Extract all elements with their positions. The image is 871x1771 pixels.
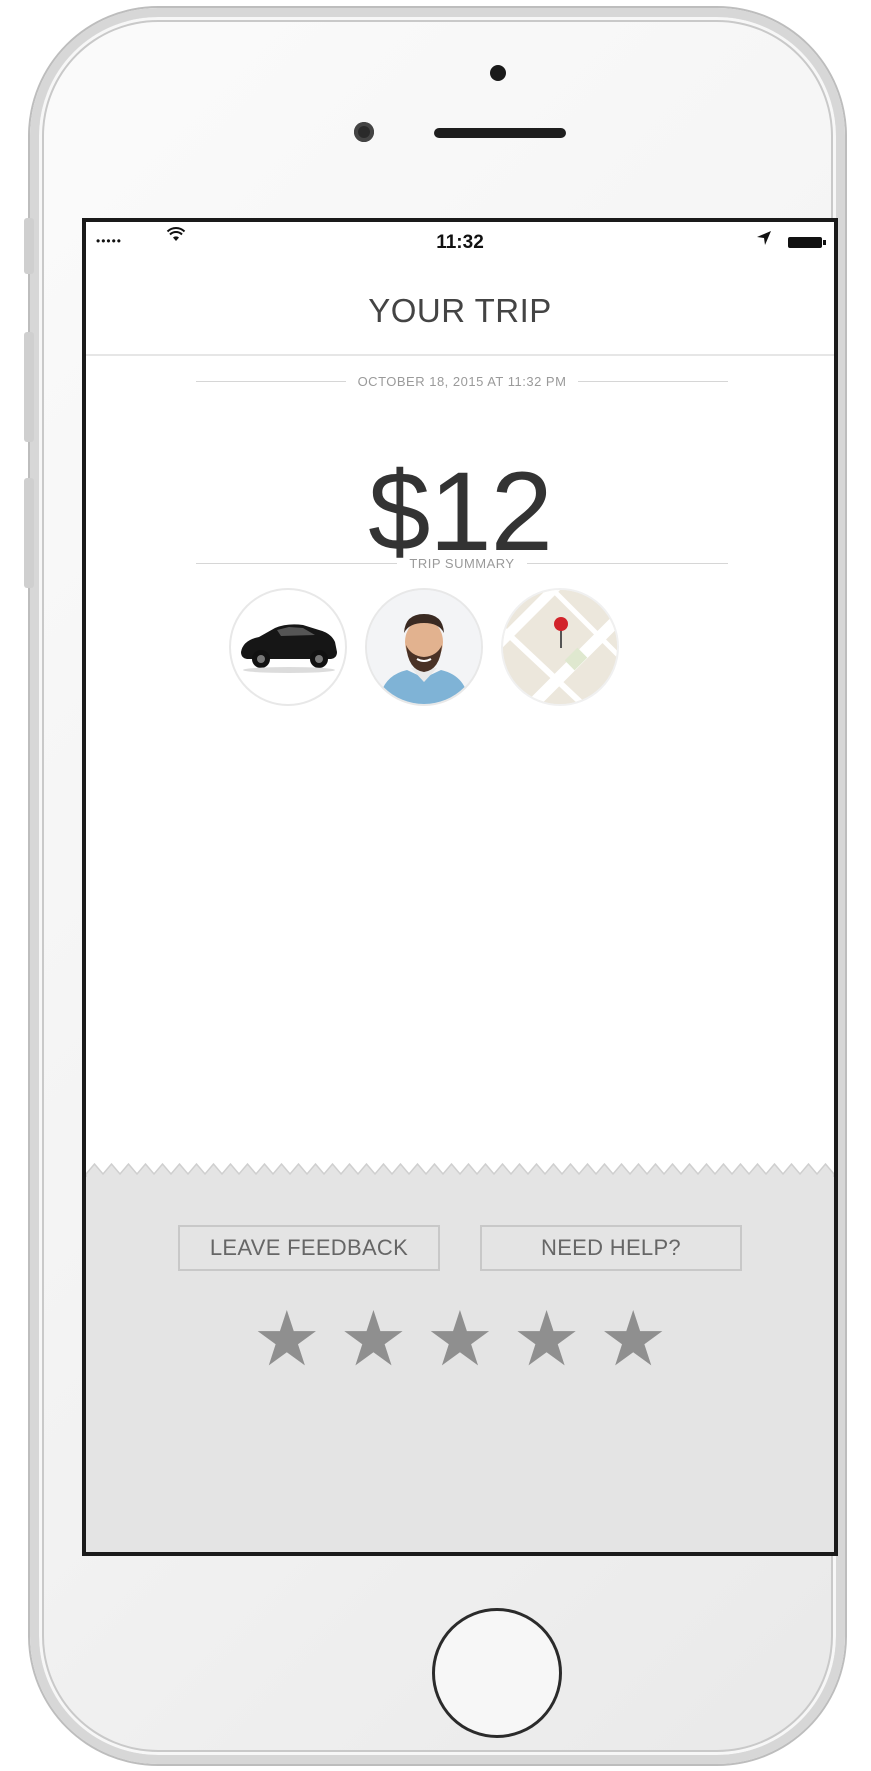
battery-icon bbox=[788, 237, 826, 248]
trip-summary-divider: TRIP SUMMARY bbox=[196, 556, 729, 571]
car-icon[interactable] bbox=[229, 588, 347, 706]
rating-star-3[interactable]: ★ bbox=[426, 1301, 494, 1377]
location-arrow-icon bbox=[756, 230, 772, 251]
nav-bar: YOUR TRIP bbox=[86, 256, 834, 356]
driver-avatar[interactable] bbox=[365, 588, 483, 706]
front-camera bbox=[354, 122, 374, 142]
trip-date-divider: OCTOBER 18, 2015 AT 11:32 PM bbox=[196, 374, 728, 389]
map-icon[interactable] bbox=[501, 588, 619, 706]
app-screen: ••••• 11:32 YOUR TRIP OCTOBER 18, 2015 A… bbox=[82, 218, 838, 1556]
status-time: 11:32 bbox=[436, 232, 484, 253]
rating-star-1[interactable]: ★ bbox=[253, 1301, 321, 1377]
page-title: YOUR TRIP bbox=[368, 292, 552, 329]
proximity-sensor bbox=[490, 65, 506, 81]
rating-star-2[interactable]: ★ bbox=[339, 1301, 407, 1377]
earpiece-speaker bbox=[434, 128, 566, 138]
need-help-button[interactable]: NEED HELP? bbox=[480, 1225, 742, 1271]
leave-feedback-button[interactable]: LEAVE FEEDBACK bbox=[178, 1225, 440, 1271]
status-bar: ••••• 11:32 bbox=[86, 222, 834, 256]
volume-down-button bbox=[24, 478, 34, 588]
rating-star-4[interactable]: ★ bbox=[513, 1301, 581, 1377]
receipt-footer: LEAVE FEEDBACK NEED HELP? ★ ★ ★ ★ ★ bbox=[86, 1177, 834, 1552]
rating-star-5[interactable]: ★ bbox=[599, 1301, 667, 1377]
mute-switch bbox=[24, 218, 34, 274]
home-button[interactable] bbox=[432, 1608, 562, 1738]
trip-summary-icons bbox=[229, 588, 619, 708]
star-rating: ★ ★ ★ ★ ★ bbox=[86, 1301, 834, 1377]
volume-up-button bbox=[24, 332, 34, 442]
trip-summary-label: TRIP SUMMARY bbox=[409, 556, 515, 571]
trip-date: OCTOBER 18, 2015 AT 11:32 PM bbox=[357, 374, 567, 389]
